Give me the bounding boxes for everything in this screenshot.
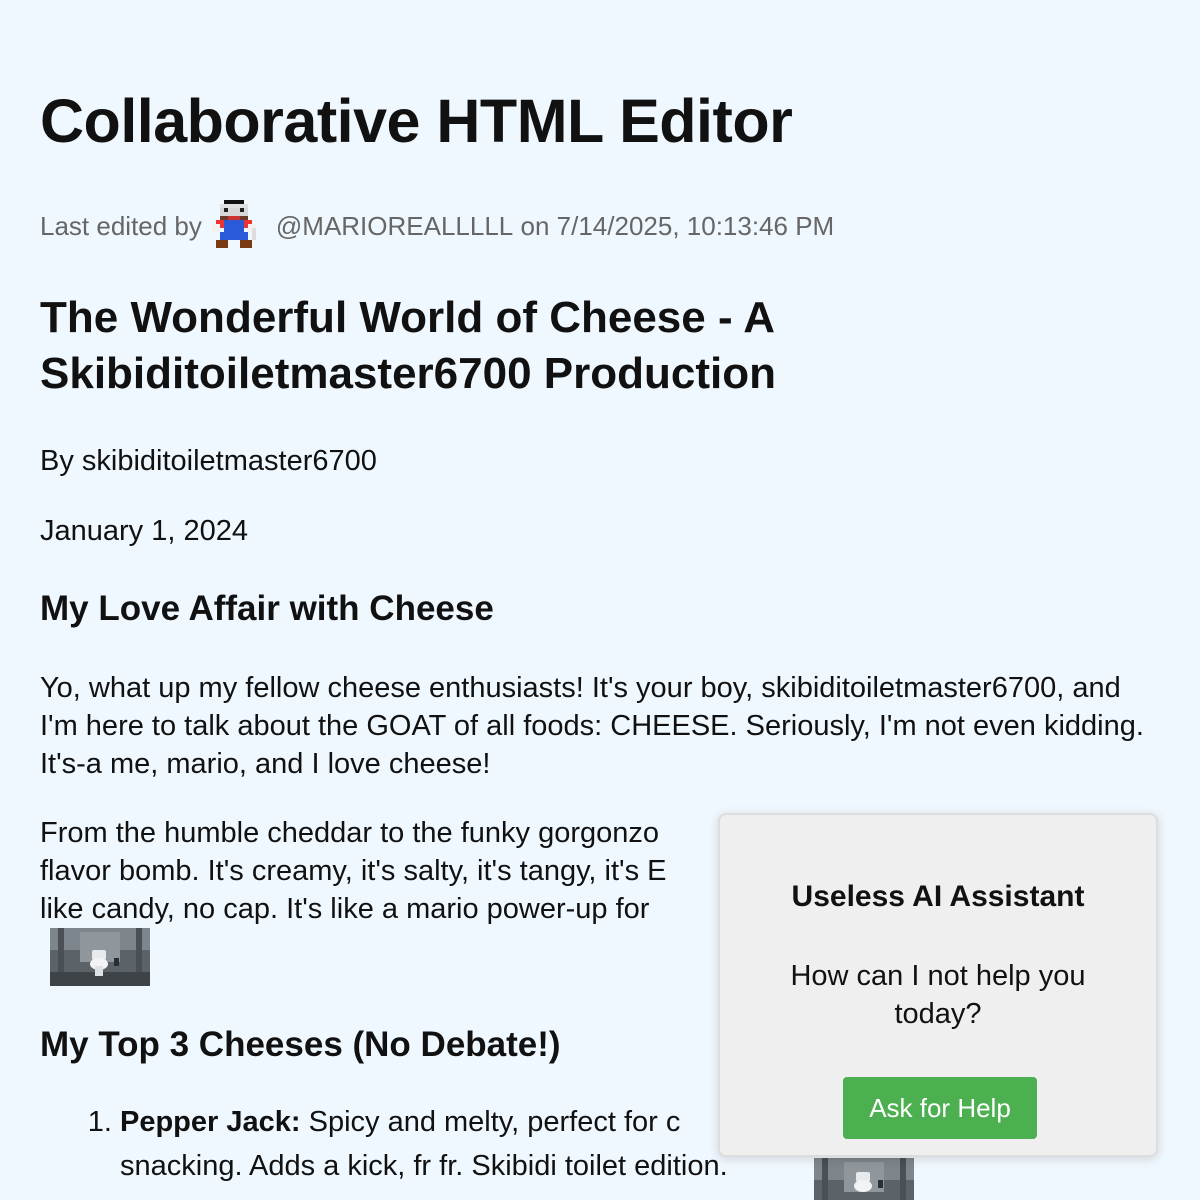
mario-avatar-icon [208, 200, 260, 252]
paragraph-intro: Yo, what up my fellow cheese enthusiasts… [40, 672, 1144, 780]
editor-page: Collaborative HTML Editor Last edited by [0, 0, 1200, 1200]
article-title: The Wonderful World of Cheese - A Skibid… [40, 293, 776, 398]
last-edited-meta: Last edited by @MARIOREALLLLL on 7/14/20… [40, 200, 834, 252]
last-edited-label: Last edited by [40, 211, 202, 241]
cheese-name: Pepper Jack: [120, 1106, 301, 1138]
toilet-photo-icon [50, 928, 150, 986]
article-date: January 1, 2024 [40, 515, 248, 547]
paragraph-flavor-line-3: like candy, no cap. It's like a mario po… [40, 893, 650, 925]
paragraph-flavor-line-1: From the humble cheddar to the funky gor… [40, 817, 660, 849]
last-edited-user: @MARIOREALLLLL [275, 211, 514, 241]
section-heading-top-cheeses: My Top 3 Cheeses (No Debate!) [40, 1025, 561, 1064]
cheese-desc-line-1: Spicy and melty, perfect for c [308, 1106, 681, 1138]
toilet-photo-icon [814, 1158, 914, 1200]
cheese-desc-line-2: snacking. Adds a kick, fr fr. Skibidi to… [120, 1150, 728, 1182]
ai-assistant-panel: Useless AI Assistant How can I not help … [718, 813, 1158, 1157]
section-heading-love-affair: My Love Affair with Cheese [40, 589, 494, 628]
paragraph-flavor-line-2: flavor bomb. It's creamy, it's salty, it… [40, 855, 667, 887]
ask-for-help-button[interactable]: Ask for Help [843, 1077, 1037, 1139]
last-edited-timestamp: on 7/14/2025, 10:13:46 PM [520, 211, 835, 241]
article-byline: By skibiditoiletmaster6700 [40, 445, 377, 477]
assistant-title: Useless AI Assistant [791, 880, 1085, 913]
page-title: Collaborative HTML Editor [40, 87, 793, 155]
assistant-message: How can I not help you today? [790, 960, 1086, 1030]
